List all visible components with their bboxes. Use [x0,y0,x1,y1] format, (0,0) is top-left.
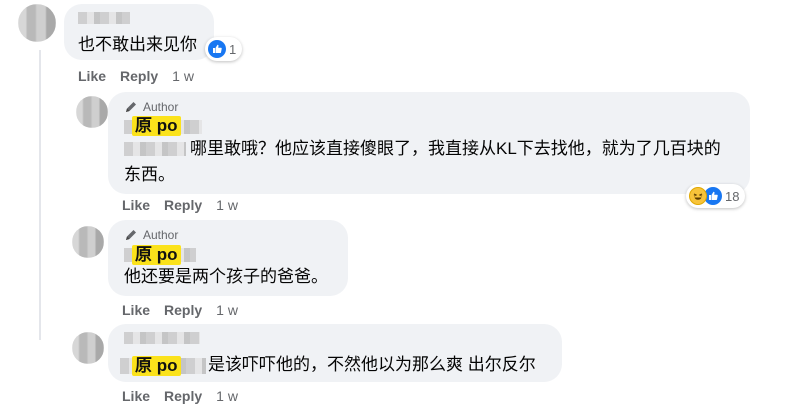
thread-line [39,50,41,340]
author-badge: Author [124,228,178,242]
reply-button[interactable]: Reply [164,388,202,404]
name-label: 原 po [132,245,181,265]
avatar[interactable] [72,226,104,258]
reaction-summary[interactable]: 1 [205,37,243,61]
reaction-summary[interactable]: 18 [686,184,746,208]
avatar[interactable] [18,4,56,42]
comment-bubble: 也不敢出来见你 [64,4,214,60]
comment-bubble: Author 原 po 他还要是两个孩子的爸爸。 [108,220,348,296]
comment-actions: Like Reply 1 w [122,197,238,213]
comment-actions: Like Reply 1 w [78,68,194,84]
timestamp[interactable]: 1 w [216,197,238,213]
name-label: 原 po [132,356,181,376]
like-button[interactable]: Like [78,68,106,84]
comment-bubble: 原 po 是该吓吓他的，不然他以为那么爽 出尔反尔 [108,324,562,382]
blurred-username [124,332,200,344]
comment-text: 东西。 [124,165,175,184]
haha-icon [689,187,707,205]
reaction-count: 18 [725,188,740,204]
like-button[interactable]: Like [122,302,150,318]
reply-button[interactable]: Reply [164,302,202,318]
timestamp[interactable]: 1 w [172,68,194,84]
reply-button[interactable]: Reply [120,68,158,84]
pencil-icon [126,102,136,112]
comment-text: 是该吓吓他的，不然他以为那么爽 出尔反尔 [208,355,536,374]
blurred-username [78,12,130,24]
author-label: Author [143,100,179,114]
comment-text: 他还要是两个孩子的爸爸。 [124,267,328,286]
name-label: 原 po [132,116,181,136]
like-icon [208,40,226,58]
comment-actions: Like Reply 1 w [122,302,238,318]
reply-button[interactable]: Reply [164,197,202,213]
blurred-username [124,142,186,156]
reaction-count: 1 [229,41,237,57]
author-label: Author [143,228,179,242]
like-button[interactable]: Like [122,197,150,213]
like-button[interactable]: Like [122,388,150,404]
pencil-icon [126,230,136,240]
avatar[interactable] [76,96,108,128]
comment-actions: Like Reply 1 w [122,388,238,404]
comment-text: 哪里敢哦？他应该直接傻眼了，我直接从KL下去找他，就为了几百块的 [190,139,721,158]
avatar[interactable] [72,332,104,364]
timestamp[interactable]: 1 w [216,388,238,404]
comment-text: 也不敢出来见你 [78,35,197,54]
comment-bubble: Author 原 po 哪里敢哦？他应该直接傻眼了，我直接从KL下去找他，就为了… [108,92,750,194]
timestamp[interactable]: 1 w [216,302,238,318]
author-badge: Author [124,100,178,114]
